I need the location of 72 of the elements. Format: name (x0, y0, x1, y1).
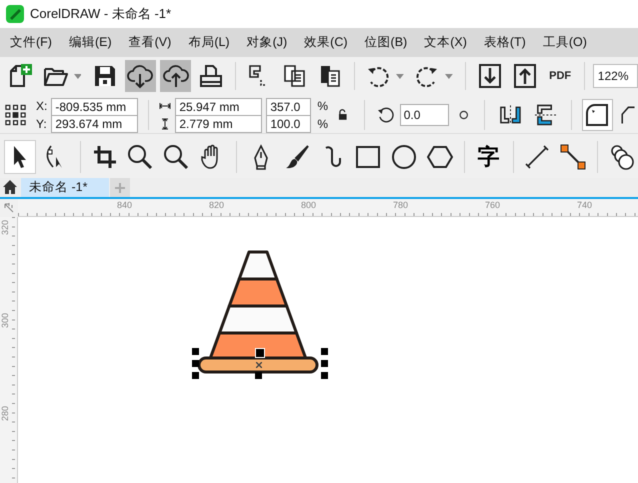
scale-x-field[interactable]: 357.0 (266, 98, 312, 116)
publish-pdf-button[interactable]: PDF (544, 60, 576, 92)
lock-icon[interactable] (338, 109, 348, 121)
circles-icon (609, 144, 636, 170)
ruler-label: 800 (301, 200, 316, 210)
copy-icon (282, 63, 308, 89)
ruler-label: 820 (209, 200, 224, 210)
menu-item[interactable]: 位图(B) (364, 34, 408, 51)
caret-icon[interactable] (445, 74, 453, 78)
x-label: X: (36, 98, 48, 114)
x-position-field[interactable]: -809.535 mm (51, 98, 138, 116)
ruler-label: 780 (393, 200, 408, 210)
import-icon (476, 63, 503, 89)
y-position-field[interactable]: 293.674 mm (51, 116, 138, 132)
app-logo-icon (6, 5, 24, 23)
degree-icon (458, 110, 468, 120)
brush-icon (284, 144, 310, 170)
menu-item[interactable]: 文本(X) (424, 34, 467, 51)
caret-icon[interactable] (396, 74, 404, 78)
hexagon-icon (426, 144, 453, 170)
menu-item[interactable]: 对象(J) (246, 34, 288, 51)
percent-label: % (317, 98, 328, 114)
ruler-label: 300 (0, 312, 10, 328)
y-label: Y: (36, 116, 48, 132)
menu-item[interactable]: 效果(C) (304, 34, 348, 51)
home-icon[interactable] (2, 179, 18, 195)
reference-point-icon[interactable] (5, 104, 26, 126)
text-tool[interactable]: 字 (472, 140, 505, 174)
mirror-vertical-icon[interactable] (534, 103, 558, 127)
plus-icon (114, 182, 126, 194)
menu-item[interactable]: 编辑(E) (68, 34, 112, 51)
connector-icon (560, 144, 586, 170)
ruler-label: 320 (0, 220, 10, 235)
cloud-download-icon (127, 63, 154, 89)
menu-item[interactable]: 布局(L) (188, 34, 230, 51)
caret-icon[interactable] (74, 74, 82, 78)
chamfer-corner-icon[interactable] (618, 105, 636, 125)
window-title: CorelDRAW - 未命名 -1* (30, 5, 172, 23)
crop-icon (92, 144, 118, 170)
height-field[interactable]: 2.779 mm (175, 116, 262, 132)
ruler-origin-icon[interactable] (3, 202, 15, 214)
ruler-label: 840 (117, 200, 132, 210)
download-button[interactable] (124, 60, 156, 92)
percent-label: % (317, 116, 328, 132)
search-icon (163, 144, 190, 170)
search-icon (127, 144, 154, 170)
circle-icon (391, 144, 418, 170)
corner-button[interactable] (582, 99, 613, 131)
scale-y-field[interactable]: 100.0 (266, 116, 312, 132)
center-marker-icon (256, 362, 262, 368)
width-icon (159, 100, 172, 112)
cloud-upload-icon (162, 63, 189, 89)
dimension-line-icon (524, 144, 550, 170)
width-field[interactable]: 25.947 mm (175, 98, 262, 116)
printer-icon (198, 63, 224, 89)
ruler-label: 280 (0, 406, 10, 421)
ruler-label: 740 (577, 200, 592, 210)
pointer-tool[interactable] (4, 140, 36, 174)
menu-item[interactable]: 文件(F) (10, 34, 52, 51)
zoom-level-field[interactable]: 122% (592, 64, 638, 88)
selection-handles[interactable] (192, 348, 329, 380)
ruler-label: 760 (485, 200, 500, 210)
menu-item[interactable]: 工具(O) (542, 34, 587, 51)
rectangle-icon (355, 144, 382, 170)
export-icon (512, 63, 538, 89)
new-document-icon (8, 63, 34, 89)
rotation-field[interactable]: 0.0 (400, 104, 449, 126)
upload-button[interactable] (160, 60, 192, 92)
rotate-icon (376, 105, 394, 125)
menu-item[interactable]: 查看(V) (128, 34, 172, 51)
document-tab[interactable]: 未命名 -1* (21, 178, 110, 197)
menu-item[interactable]: 表格(T) (484, 34, 526, 51)
